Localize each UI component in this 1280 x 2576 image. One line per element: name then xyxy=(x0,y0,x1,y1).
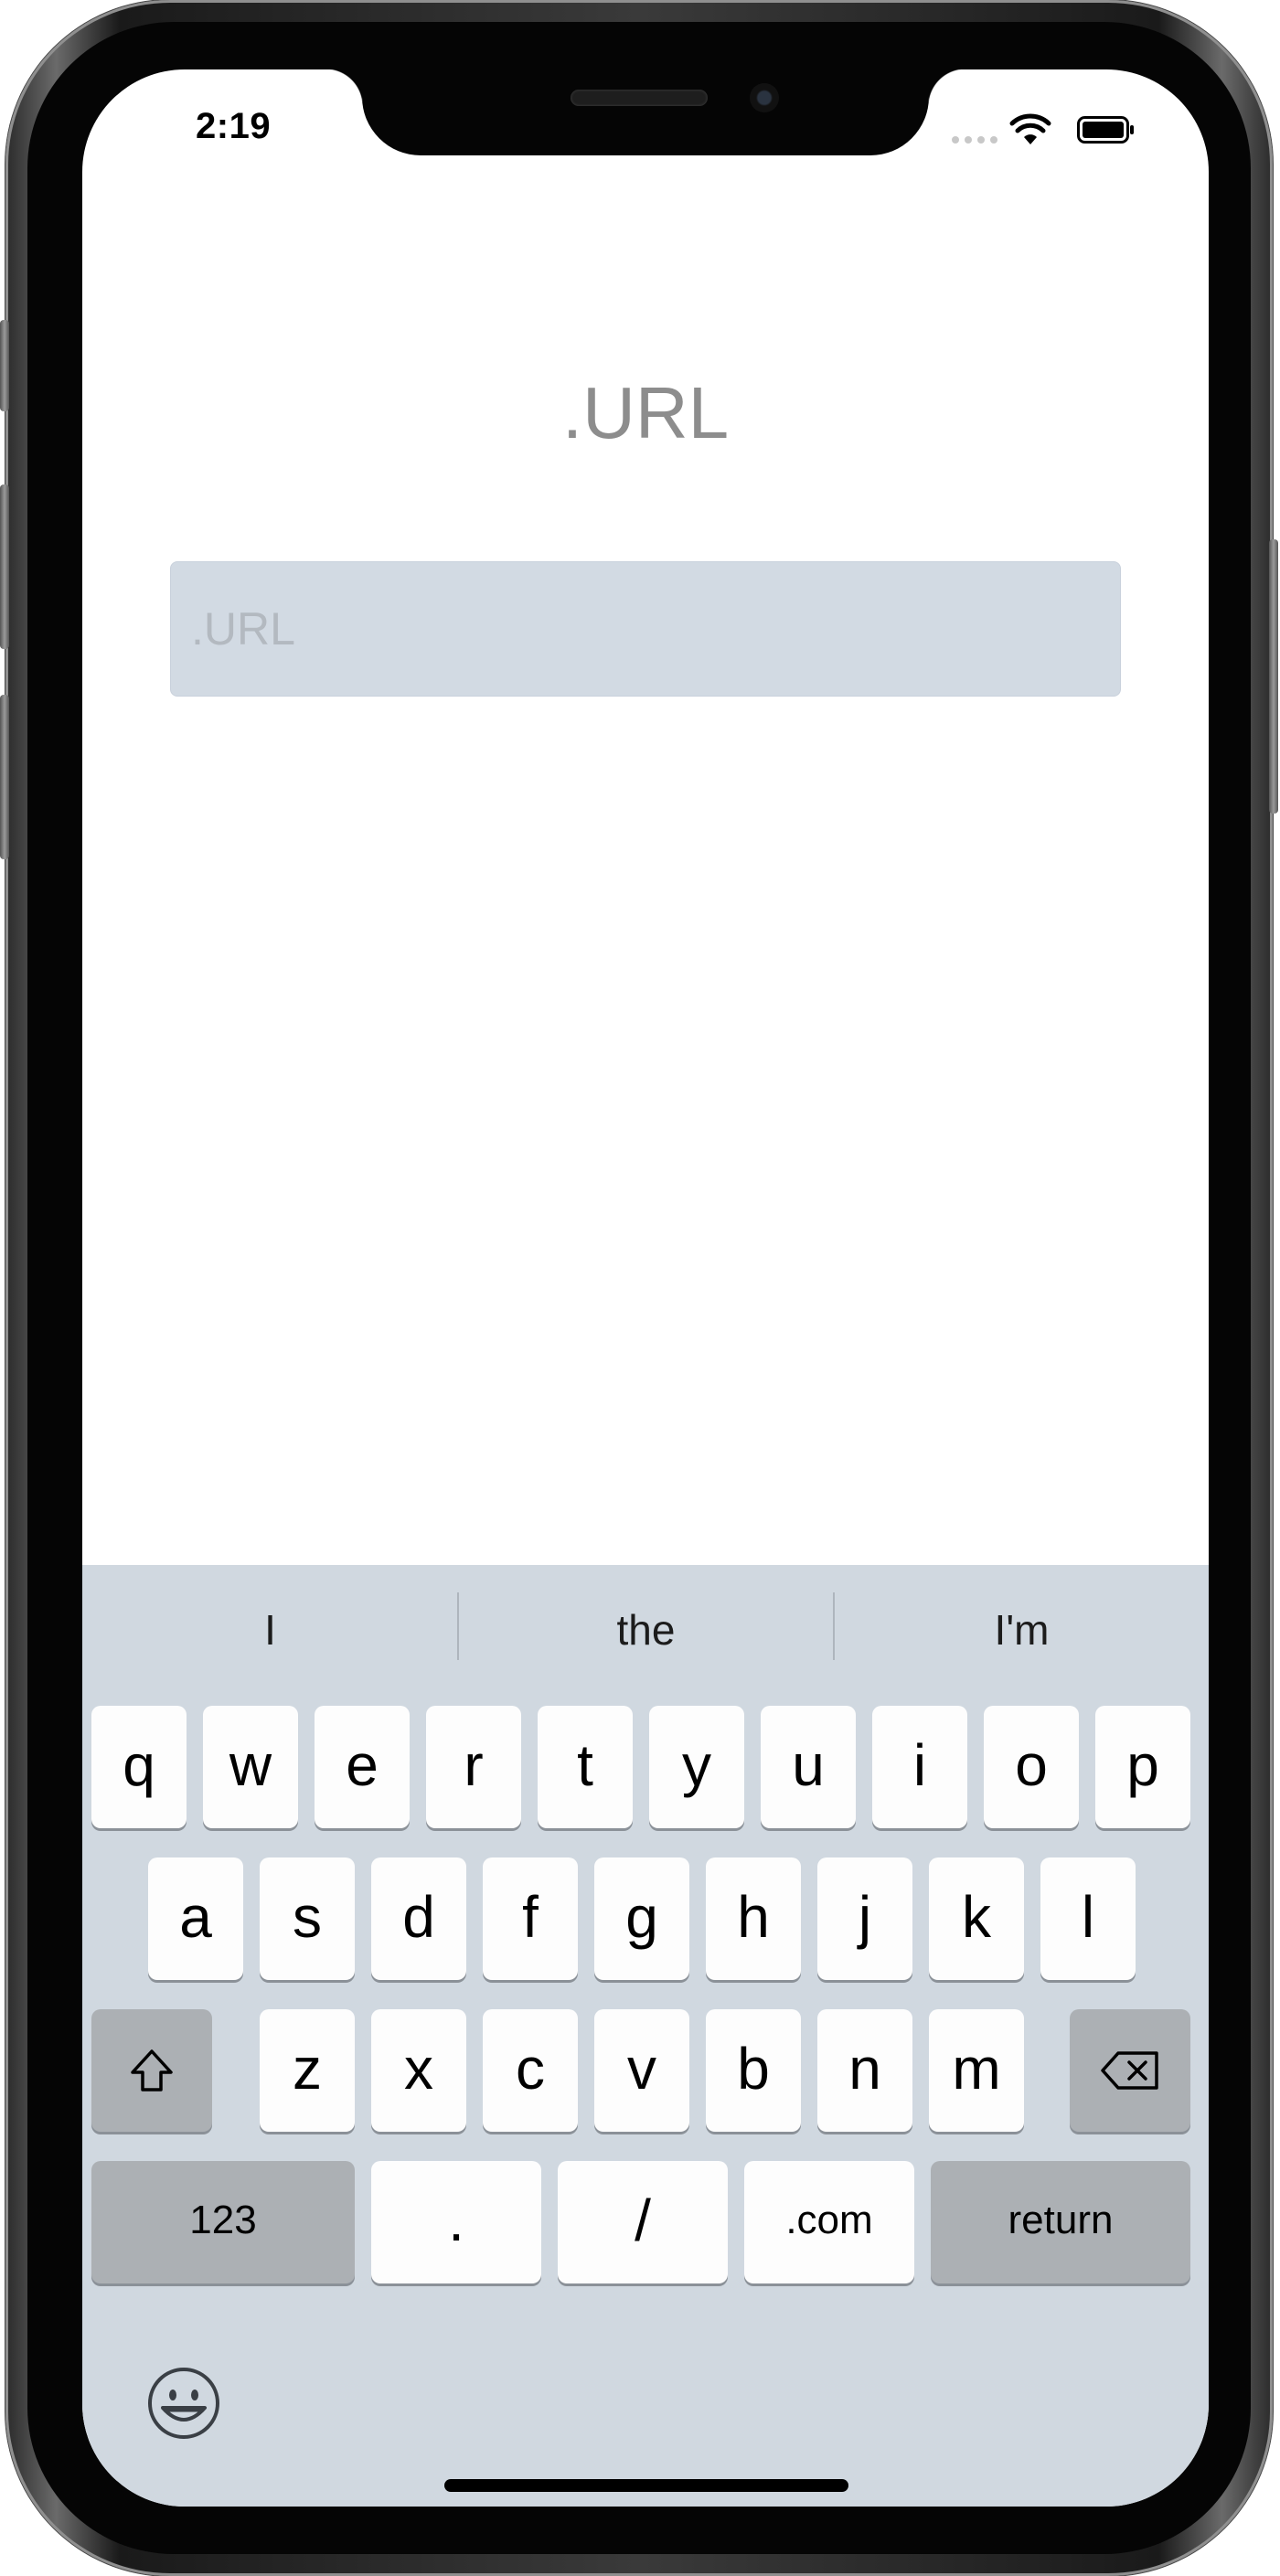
dotcom-key[interactable]: .com xyxy=(744,2161,914,2283)
key-i[interactable]: i xyxy=(872,1706,967,1828)
period-key[interactable]: . xyxy=(371,2161,541,2283)
key-a[interactable]: a xyxy=(148,1857,243,1980)
key-o[interactable]: o xyxy=(984,1706,1079,1828)
delete-key[interactable] xyxy=(1070,2009,1190,2132)
numbers-key[interactable]: 123 xyxy=(91,2161,355,2283)
emoji-icon[interactable] xyxy=(146,2366,221,2441)
key-c[interactable]: c xyxy=(483,2009,578,2132)
key-z[interactable]: z xyxy=(260,2009,355,2132)
key-u[interactable]: u xyxy=(761,1706,856,1828)
front-camera-icon xyxy=(750,83,779,112)
speaker-grille xyxy=(571,90,708,106)
key-y[interactable]: y xyxy=(649,1706,744,1828)
key-b[interactable]: b xyxy=(706,2009,801,2132)
phone-frame: 2:19 .URL .URL I the I'm q w e r t y u i… xyxy=(0,0,1278,2576)
shift-key[interactable] xyxy=(91,2009,212,2132)
volume-up-button xyxy=(0,484,9,649)
notch xyxy=(325,69,965,155)
key-j[interactable]: j xyxy=(817,1857,912,1980)
url-input[interactable]: .URL xyxy=(170,561,1121,697)
key-p[interactable]: p xyxy=(1095,1706,1190,1828)
status-time: 2:19 xyxy=(196,106,272,146)
key-e[interactable]: e xyxy=(315,1706,410,1828)
slash-key[interactable]: / xyxy=(558,2161,728,2283)
key-l[interactable]: l xyxy=(1040,1857,1136,1980)
bezel: 2:19 .URL .URL I the I'm q w e r t y u i… xyxy=(27,22,1251,2554)
battery-icon xyxy=(1077,116,1134,144)
page-title: .URL xyxy=(561,372,730,453)
keyboard: I the I'm q w e r t y u i o p a s d f g … xyxy=(82,1565,1209,2507)
cellular-signal-icon xyxy=(952,136,997,144)
volume-down-button xyxy=(0,695,9,859)
delete-icon xyxy=(1101,2051,1158,2090)
key-s[interactable]: s xyxy=(260,1857,355,1980)
silent-switch xyxy=(0,320,9,411)
key-r[interactable]: r xyxy=(426,1706,521,1828)
prediction-2[interactable]: the xyxy=(458,1565,834,1695)
prediction-1[interactable]: I xyxy=(82,1565,458,1695)
key-m[interactable]: m xyxy=(929,2009,1024,2132)
key-f[interactable]: f xyxy=(483,1857,578,1980)
key-x[interactable]: x xyxy=(371,2009,466,2132)
key-t[interactable]: t xyxy=(538,1706,633,1828)
screen: 2:19 .URL .URL I the I'm q w e r t y u i… xyxy=(82,69,1209,2507)
wifi-icon xyxy=(1009,113,1051,144)
key-w[interactable]: w xyxy=(203,1706,298,1828)
key-q[interactable]: q xyxy=(91,1706,187,1828)
power-button xyxy=(1269,539,1278,814)
home-indicator[interactable] xyxy=(444,2479,848,2492)
url-input-placeholder: .URL xyxy=(191,603,295,655)
key-h[interactable]: h xyxy=(706,1857,801,1980)
key-g[interactable]: g xyxy=(594,1857,689,1980)
return-key[interactable]: return xyxy=(931,2161,1190,2283)
key-d[interactable]: d xyxy=(371,1857,466,1980)
key-k[interactable]: k xyxy=(929,1857,1024,1980)
key-v[interactable]: v xyxy=(594,2009,689,2132)
key-n[interactable]: n xyxy=(817,2009,912,2132)
prediction-3[interactable]: I'm xyxy=(834,1565,1209,1695)
shift-icon xyxy=(131,2049,173,2092)
